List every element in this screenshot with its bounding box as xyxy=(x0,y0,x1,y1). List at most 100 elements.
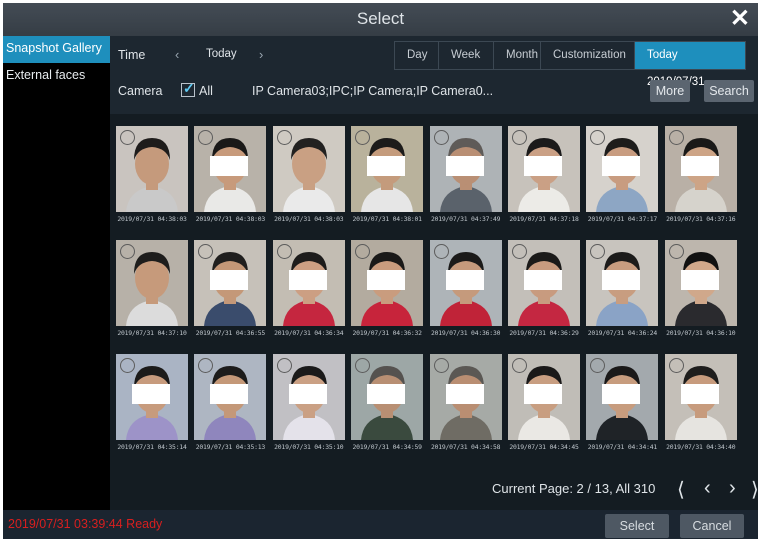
snapshot-item[interactable]: 2019/07/31 04:35:13 xyxy=(194,354,267,454)
snapshot-timestamp: 2019/07/31 04:34:41 xyxy=(587,443,658,451)
select-dialog: Select ✕ Snapshot Gallery External faces… xyxy=(3,3,759,539)
select-circle-icon[interactable] xyxy=(433,244,449,259)
last-page-icon[interactable]: ⟩ xyxy=(751,477,759,502)
search-button[interactable]: Search xyxy=(704,80,754,102)
redaction-box xyxy=(445,384,484,404)
snapshot-item[interactable]: 2019/07/31 04:36:55 xyxy=(194,240,267,340)
snapshot-timestamp: 2019/07/31 04:34:59 xyxy=(352,443,423,451)
snapshot-timestamp: 2019/07/31 04:36:32 xyxy=(352,329,423,337)
select-circle-icon[interactable] xyxy=(668,358,684,373)
select-circle-icon[interactable] xyxy=(668,244,684,259)
snapshot-item[interactable]: 2019/07/31 04:35:10 xyxy=(272,354,345,454)
select-circle-icon[interactable] xyxy=(120,244,135,259)
time-range-tabs: Day Week Month Customization Today 2019/… xyxy=(394,41,746,88)
redaction-box xyxy=(524,270,562,290)
snapshot-timestamp: 2019/07/31 04:35:14 xyxy=(117,443,187,451)
snapshot-timestamp: 2019/07/31 04:34:45 xyxy=(509,443,579,451)
all-cameras-checkbox[interactable]: ✓ xyxy=(181,80,195,97)
snapshot-item[interactable]: 2019/07/31 04:36:32 xyxy=(351,240,424,340)
tab-today-date[interactable]: Today 2019/07/31 xyxy=(635,42,745,88)
snapshot-item[interactable]: 2019/07/31 04:35:14 xyxy=(116,354,188,454)
snapshot-item[interactable]: 2019/07/31 04:34:40 xyxy=(664,354,737,454)
select-circle-icon[interactable] xyxy=(433,130,449,145)
close-icon[interactable]: ✕ xyxy=(730,5,750,33)
all-cameras-label: All xyxy=(199,84,213,98)
snapshot-timestamp: 2019/07/31 04:34:58 xyxy=(430,443,501,451)
select-circle-icon[interactable] xyxy=(120,358,135,373)
cancel-button[interactable]: Cancel xyxy=(680,514,744,538)
chevron-left-icon[interactable]: ‹ xyxy=(175,47,179,62)
snapshot-timestamp: 2019/07/31 04:36:24 xyxy=(587,329,658,337)
snapshot-timestamp: 2019/07/31 04:36:55 xyxy=(195,329,266,337)
select-circle-icon[interactable] xyxy=(276,130,292,145)
checkmark-icon: ✓ xyxy=(183,80,195,96)
snapshot-timestamp: 2019/07/31 04:37:10 xyxy=(117,329,187,337)
select-circle-icon[interactable] xyxy=(276,244,292,259)
snapshot-timestamp: 2019/07/31 04:37:18 xyxy=(509,215,579,223)
main-panel: Time ‹ Today › Day Week Month Customizat… xyxy=(110,36,759,510)
redaction-box xyxy=(524,156,562,176)
redaction-box xyxy=(680,156,719,176)
time-value: Today xyxy=(206,48,237,60)
snapshot-item[interactable]: 2019/07/31 04:37:18 xyxy=(508,126,580,226)
snapshot-item[interactable]: 2019/07/31 04:38:03 xyxy=(272,126,345,226)
snapshot-item[interactable]: 2019/07/31 04:34:58 xyxy=(429,354,502,454)
chevron-right-icon[interactable]: › xyxy=(259,47,263,62)
select-button[interactable]: Select xyxy=(605,514,669,538)
more-button[interactable]: More xyxy=(650,80,690,102)
snapshot-item[interactable]: 2019/07/31 04:36:29 xyxy=(508,240,580,340)
select-circle-icon[interactable] xyxy=(512,244,527,259)
snapshot-timestamp: 2019/07/31 04:37:16 xyxy=(666,215,736,223)
snapshot-item[interactable]: 2019/07/31 04:38:01 xyxy=(351,126,424,226)
snapshot-timestamp: 2019/07/31 04:38:01 xyxy=(352,215,423,223)
redaction-box xyxy=(524,384,562,404)
redaction-box xyxy=(602,156,641,176)
snapshot-timestamp: 2019/07/31 04:36:34 xyxy=(274,329,344,337)
tab-customization[interactable]: Customization xyxy=(541,42,635,69)
snapshot-item[interactable]: 2019/07/31 04:37:49 xyxy=(429,126,502,226)
snapshot-timestamp: 2019/07/31 04:36:29 xyxy=(509,329,579,337)
page-indicator: Current Page: 2 / 13, All 310 xyxy=(492,481,656,496)
select-circle-icon[interactable] xyxy=(512,130,527,145)
snapshot-timestamp: 2019/07/31 04:37:49 xyxy=(430,215,501,223)
snapshot-item[interactable]: 2019/07/31 04:38:03 xyxy=(116,126,188,226)
select-circle-icon[interactable] xyxy=(120,130,135,145)
redaction-box xyxy=(210,156,249,176)
redaction-box xyxy=(680,270,719,290)
snapshot-item[interactable]: 2019/07/31 04:34:45 xyxy=(508,354,580,454)
snapshot-timestamp: 2019/07/31 04:36:30 xyxy=(430,329,501,337)
snapshot-item[interactable]: 2019/07/31 04:37:10 xyxy=(116,240,188,340)
sidebar-item-external-faces[interactable]: External faces xyxy=(3,63,110,90)
snapshot-timestamp: 2019/07/31 04:35:13 xyxy=(195,443,266,451)
filter-bar: Time ‹ Today › Day Week Month Customizat… xyxy=(110,36,758,114)
camera-label: Camera xyxy=(118,84,163,98)
redaction-box xyxy=(367,156,406,176)
tab-month[interactable]: Month xyxy=(494,42,541,69)
snapshot-item[interactable]: 2019/07/31 04:34:59 xyxy=(351,354,424,454)
snapshot-item[interactable]: 2019/07/31 04:36:34 xyxy=(272,240,345,340)
next-page-icon[interactable]: › xyxy=(729,477,736,500)
redaction-box xyxy=(210,384,249,404)
snapshot-item[interactable]: 2019/07/31 04:37:16 xyxy=(664,126,737,226)
snapshot-timestamp: 2019/07/31 04:35:10 xyxy=(274,443,344,451)
tab-week[interactable]: Week xyxy=(439,42,494,69)
snapshot-item[interactable]: 2019/07/31 04:38:03 xyxy=(194,126,267,226)
snapshot-item[interactable]: 2019/07/31 04:36:10 xyxy=(664,240,737,340)
snapshot-timestamp: 2019/07/31 04:37:17 xyxy=(587,215,658,223)
select-circle-icon[interactable] xyxy=(433,358,449,373)
snapshot-timestamp: 2019/07/31 04:34:40 xyxy=(666,443,736,451)
redaction-box xyxy=(445,156,484,176)
sidebar: Snapshot Gallery External faces xyxy=(3,36,110,510)
sidebar-item-snapshot-gallery[interactable]: Snapshot Gallery xyxy=(3,36,110,63)
first-page-icon[interactable]: ⟨ xyxy=(677,477,685,502)
prev-page-icon[interactable]: ‹ xyxy=(704,477,711,500)
select-circle-icon[interactable] xyxy=(512,358,527,373)
snapshot-item[interactable]: 2019/07/31 04:37:17 xyxy=(586,126,659,226)
select-circle-icon[interactable] xyxy=(276,358,292,373)
snapshot-item[interactable]: 2019/07/31 04:36:30 xyxy=(429,240,502,340)
snapshot-item[interactable]: 2019/07/31 04:34:41 xyxy=(586,354,659,454)
snapshot-item[interactable]: 2019/07/31 04:36:24 xyxy=(586,240,659,340)
tab-day[interactable]: Day xyxy=(395,42,439,69)
select-circle-icon[interactable] xyxy=(668,130,684,145)
snapshot-timestamp: 2019/07/31 04:38:03 xyxy=(274,215,344,223)
